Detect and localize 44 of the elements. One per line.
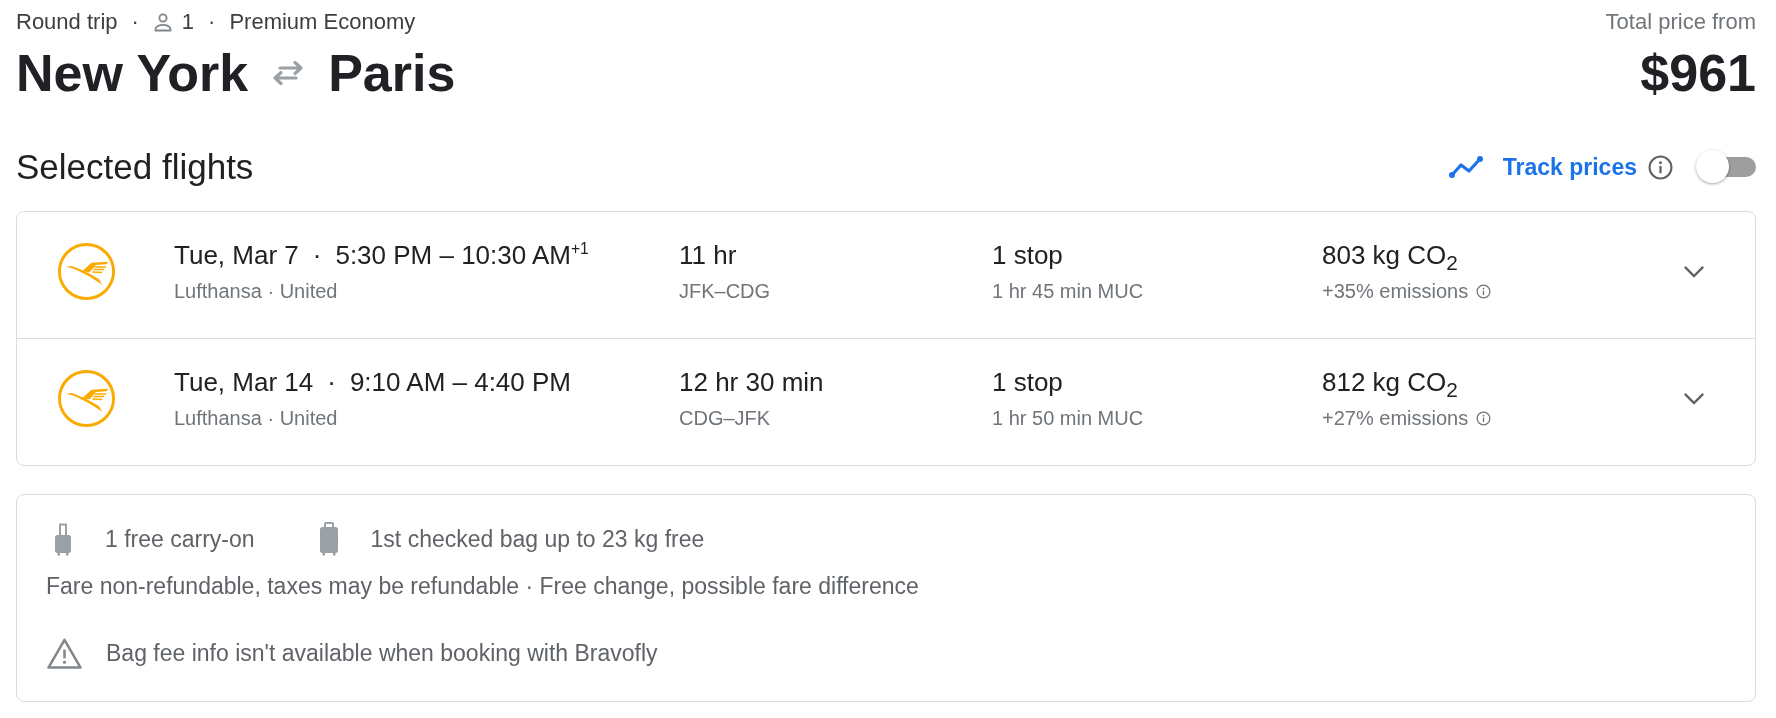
person-icon [152,12,173,32]
passenger-count: 1 [181,9,195,35]
warning-icon [46,636,83,670]
emissions-change: +35% emissions [1322,279,1469,304]
trend-line-icon [1447,155,1484,179]
separator-dot: · [327,366,336,399]
trip-detail: Premium Economy [229,9,416,35]
airport-codes: CDG–JFK [679,407,771,429]
track-prices-toggle[interactable] [1696,150,1756,184]
info-icon[interactable] [1648,154,1673,180]
fare-policy: Fare non-refundable, taxes may be refundable · Free change, possible fare difference [46,572,920,600]
origin-city: New York [16,43,249,103]
info-icon[interactable] [1476,283,1492,299]
emissions-amount: 803 kg CO$_{2}$ [1322,240,1458,270]
track-prices-button[interactable]: Track prices [1447,152,1637,182]
flight-date: Tue, Mar 7 [174,239,299,272]
layover-info: 1 hr 45 min MUC [992,280,1144,302]
warning-message: Bag fee info isn't available when booking with Bravofly [106,639,658,667]
separator-dot: · [131,9,139,35]
flight-duration: 12 hr 30 min [679,367,824,397]
flight-duration: 11 hr [679,240,737,270]
baggage-allowance: 1 free carry-on [105,525,255,553]
bird-logo-icon [57,241,116,301]
info-icon[interactable] [1476,410,1492,426]
total-price: $961 [1640,43,1756,103]
baggage-allowance: 1st checked bag up to 23 kg free [370,525,705,553]
emissions-amount: 812 kg CO$_{2}$ [1322,367,1458,397]
separator-dot: · [208,9,216,35]
destination-city: Paris [328,43,456,103]
trip-detail: Round trip [16,9,118,35]
stop-count: 1 stop [992,367,1063,397]
flight-date: Tue, Mar 14 [174,366,314,399]
airline-names: Lufthansa · United [174,280,338,302]
price-label: Total price from [1605,8,1756,36]
stop-count: 1 stop [992,240,1063,270]
airline-names: Lufthansa · United [174,407,338,429]
flight-times: 9:10 AM – 4:40 PM [349,366,572,399]
bird-logo-icon [57,368,116,428]
separator-dot: · [312,239,322,272]
layover-info: 1 hr 50 min MUC [992,407,1144,429]
emissions-change: +27% emissions [1322,406,1469,431]
airport-codes: JFK–CDG [679,280,771,302]
section-title: Selected flights [16,147,254,187]
flight-times: 5:30 PM – 10:30 AM$^{+1}$ [335,239,589,272]
